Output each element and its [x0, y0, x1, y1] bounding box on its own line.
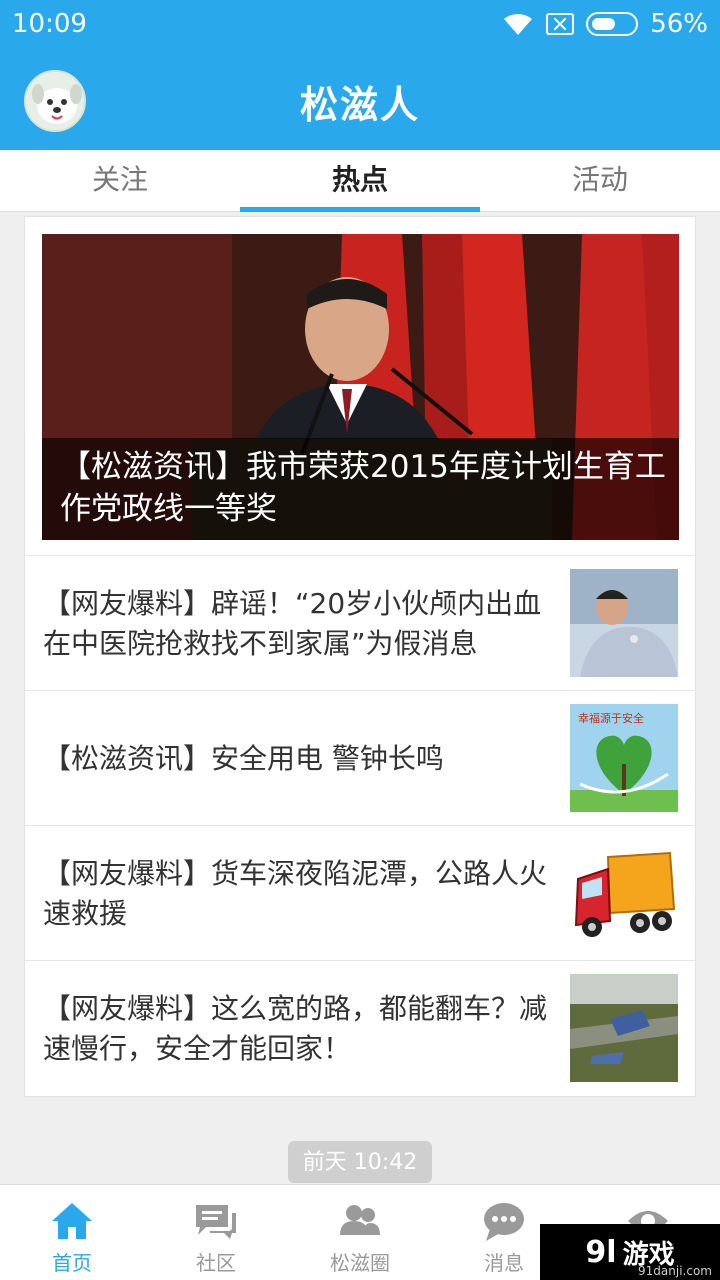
nav-home[interactable]: 首页 [0, 1185, 144, 1280]
list-item[interactable]: 【网友爆料】货车深夜陷泥潭，公路人火速救援 [25, 825, 697, 960]
site-watermark: 9l 游戏 91danji.com [540, 1224, 720, 1280]
news-title: 【松滋资讯】安全用电 警钟长鸣 [43, 741, 444, 775]
app-header: 松滋人 [0, 50, 720, 150]
battery-percent: 56% [650, 9, 708, 39]
watermark-logo: 9l [585, 1234, 617, 1270]
wifi-icon [504, 13, 533, 35]
news-title: 【网友爆料】这么宽的路，都能翻车？减速慢行，安全才能回家！ [43, 991, 548, 1065]
nav-circle[interactable]: 松滋圈 [288, 1185, 432, 1280]
thumb-caption: 幸福源于安全 [578, 711, 644, 725]
people-icon [340, 1205, 380, 1235]
nav-label: 首页 [52, 1251, 92, 1275]
community-icon [196, 1205, 236, 1239]
news-thumbnail [570, 974, 678, 1082]
tab-bar: 关注 热点 活动 [0, 150, 720, 212]
watermark-url: 91danji.com [638, 1264, 712, 1278]
status-time: 10:09 [12, 9, 87, 39]
tab-hot[interactable]: 热点 [240, 150, 480, 212]
news-feed: 【松滋资讯】我市荣获2015年度计划生育工作党政线一等奖 【网友爆料】辟谣！“2… [24, 216, 697, 1097]
news-thumbnail: 幸福源于安全 [570, 704, 678, 812]
nav-label: 松滋圈 [330, 1251, 390, 1275]
news-title: 【网友爆料】货车深夜陷泥潭，公路人火速救援 [43, 856, 548, 930]
no-sim-icon [546, 13, 575, 35]
nav-label: 消息 [484, 1251, 524, 1275]
list-item[interactable]: 【网友爆料】这么宽的路，都能翻车？减速慢行，安全才能回家！ [25, 960, 697, 1095]
news-thumbnail [570, 839, 678, 947]
hero-banner[interactable]: 【松滋资讯】我市荣获2015年度计划生育工作党政线一等奖 [42, 234, 679, 540]
news-title: 【网友爆料】辟谣！“20岁小伙颅内出血在中医院抢救找不到家属”为假消息 [43, 586, 542, 660]
list-item[interactable]: 【松滋资讯】安全用电 警钟长鸣 幸福源于安全 [25, 690, 697, 825]
message-icon [484, 1203, 524, 1241]
tab-activity[interactable]: 活动 [480, 150, 720, 211]
nav-community[interactable]: 社区 [144, 1185, 288, 1280]
hero-title: 【松滋资讯】我市荣获2015年度计划生育工作党政线一等奖 [42, 438, 679, 540]
refresh-time: 前天 10:42 [288, 1141, 432, 1183]
nav-label: 社区 [196, 1251, 236, 1275]
home-icon [52, 1203, 92, 1239]
tab-follow[interactable]: 关注 [0, 150, 240, 211]
status-bar: 10:09 56% [0, 0, 720, 50]
page-title: 松滋人 [299, 83, 420, 127]
news-thumbnail [570, 569, 678, 677]
battery-icon [586, 12, 639, 36]
list-item[interactable]: 【网友爆料】辟谣！“20岁小伙颅内出血在中医院抢救找不到家属”为假消息 [25, 555, 697, 690]
